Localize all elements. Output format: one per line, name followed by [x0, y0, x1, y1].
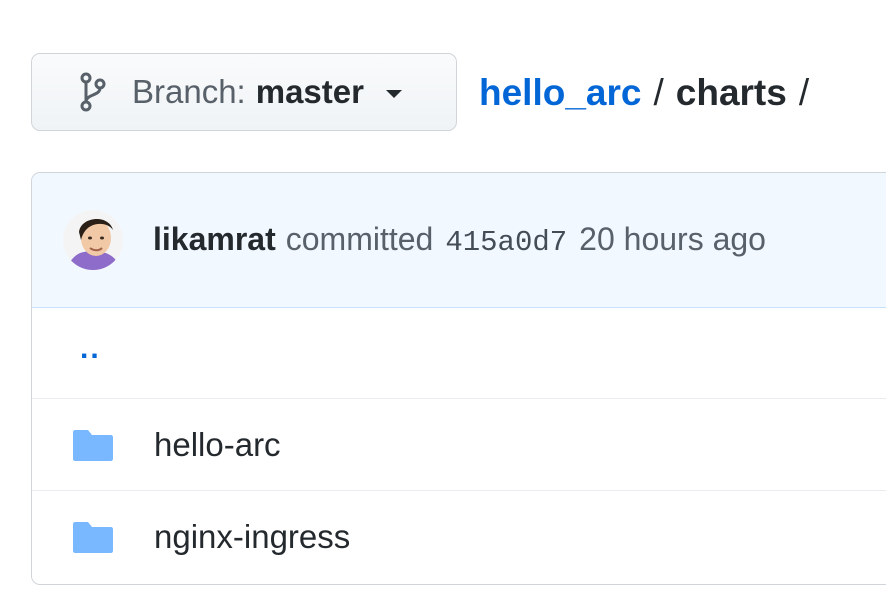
- parent-directory-link[interactable]: ..: [80, 332, 101, 366]
- branch-selector-button[interactable]: Branch: master: [31, 53, 457, 131]
- branch-name: master: [255, 73, 364, 110]
- folder-icon: [72, 520, 114, 554]
- commit-sha-link[interactable]: 415a0d7: [445, 226, 567, 259]
- file-listing: likamrat committed 415a0d7 20 hours ago …: [31, 172, 886, 585]
- file-name-link[interactable]: hello-arc: [154, 426, 281, 464]
- latest-commit-bar: likamrat committed 415a0d7 20 hours ago: [32, 173, 886, 308]
- commit-timestamp: 20 hours ago: [579, 221, 766, 257]
- breadcrumb-separator-trailing: /: [798, 72, 810, 113]
- chevron-down-icon: [385, 90, 402, 98]
- commit-verb: committed: [285, 221, 434, 257]
- file-row[interactable]: nginx-ingress: [32, 491, 886, 583]
- breadcrumb-current-folder: charts: [675, 72, 787, 113]
- commit-author-link[interactable]: likamrat: [153, 221, 276, 258]
- folder-icon: [72, 428, 114, 462]
- git-branch-icon: [76, 72, 110, 112]
- parent-directory-row[interactable]: ..: [32, 308, 886, 399]
- avatar[interactable]: [63, 210, 123, 270]
- breadcrumb-repo-link[interactable]: hello_arc: [479, 72, 641, 114]
- commit-summary: likamrat committed 415a0d7 20 hours ago: [153, 221, 766, 259]
- file-name-link[interactable]: nginx-ingress: [154, 518, 350, 556]
- breadcrumb-separator: /: [653, 72, 664, 113]
- branch-label: Branch:: [132, 73, 246, 110]
- breadcrumb: hello_arc / charts /: [479, 68, 809, 118]
- file-row[interactable]: hello-arc: [32, 399, 886, 491]
